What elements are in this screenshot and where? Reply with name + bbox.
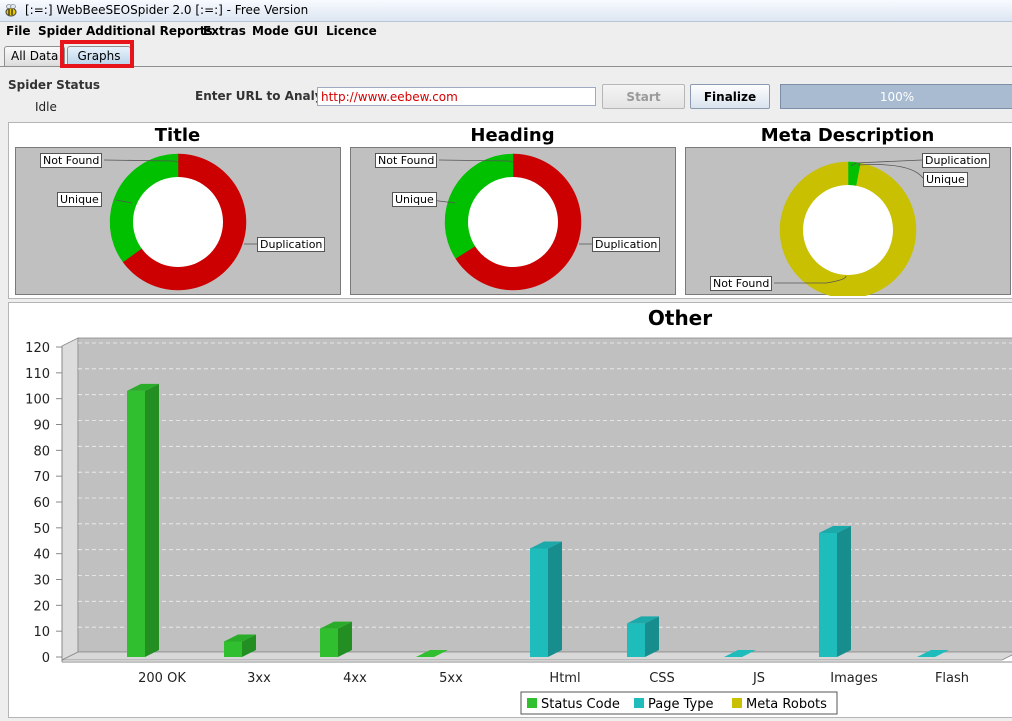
bar-4xx-group bbox=[320, 621, 352, 657]
y-tick-label: 20 bbox=[33, 599, 50, 614]
x-label-css: CSS bbox=[649, 671, 675, 686]
bar-images-side bbox=[837, 526, 851, 657]
x-label-images: Images bbox=[830, 671, 878, 686]
y-tick-label: 90 bbox=[33, 419, 50, 434]
bar-css-front bbox=[627, 623, 645, 657]
legend-swatch-status-code bbox=[527, 698, 537, 708]
legend-swatch-page-type bbox=[634, 698, 644, 708]
y-tick-label: 100 bbox=[25, 393, 50, 408]
x-label-5xx: 5xx bbox=[439, 671, 463, 686]
bar-css-group bbox=[627, 616, 659, 657]
bar-200-ok-side bbox=[145, 383, 159, 657]
y-tick-label: 80 bbox=[33, 444, 50, 459]
x-label-flash: Flash bbox=[935, 671, 969, 686]
x-label-js: JS bbox=[752, 671, 765, 686]
y-tick-label: 10 bbox=[33, 625, 50, 640]
chart-legend: Status Code Page Type Meta Robots bbox=[520, 691, 838, 715]
bar-3xx-front bbox=[224, 641, 242, 657]
y-axis-ticks: 0 10 20 30 40 50 60 70 80 90 100 110 120 bbox=[25, 341, 62, 666]
legend-swatch-meta-robots bbox=[732, 698, 742, 708]
y-tick-label: 40 bbox=[33, 548, 50, 563]
x-label-3xx: 3xx bbox=[247, 671, 271, 686]
bar-html-side bbox=[548, 541, 562, 657]
bar-html-group bbox=[530, 541, 562, 657]
bar-html-front bbox=[530, 548, 548, 657]
bar-css-side bbox=[645, 616, 659, 657]
bar-4xx-front bbox=[320, 628, 338, 657]
bar-200-ok-front bbox=[127, 390, 145, 657]
bar-images-group bbox=[819, 526, 851, 657]
bar-images-front bbox=[819, 533, 837, 657]
x-label-4xx: 4xx bbox=[343, 671, 367, 686]
x-label-html: Html bbox=[549, 671, 580, 686]
plot-side-wall bbox=[61, 337, 79, 661]
y-tick-label: 110 bbox=[25, 367, 50, 382]
x-label-200-ok: 200 OK bbox=[138, 671, 186, 686]
y-tick-label: 120 bbox=[25, 341, 50, 356]
other-chart-title: Other bbox=[648, 306, 712, 330]
y-tick-label: 60 bbox=[33, 496, 50, 511]
x-axis-labels: 200 OK 3xx 4xx 5xx Html CSS JS Images Flash bbox=[138, 671, 969, 686]
bar-200-ok-group bbox=[127, 383, 159, 657]
legend-page-type: Page Type bbox=[648, 697, 713, 712]
legend-meta-robots: Meta Robots bbox=[746, 697, 827, 712]
y-tick-label: 50 bbox=[33, 522, 50, 537]
y-tick-label: 0 bbox=[42, 651, 50, 666]
y-tick-label: 70 bbox=[33, 470, 50, 485]
other-bar-chart: Other 0 10 20 30 40 50 60 70 80 90 100 110 120 200 O… bbox=[25, 306, 1012, 715]
legend-status-code: Status Code bbox=[541, 697, 620, 712]
y-tick-label: 30 bbox=[33, 574, 50, 589]
